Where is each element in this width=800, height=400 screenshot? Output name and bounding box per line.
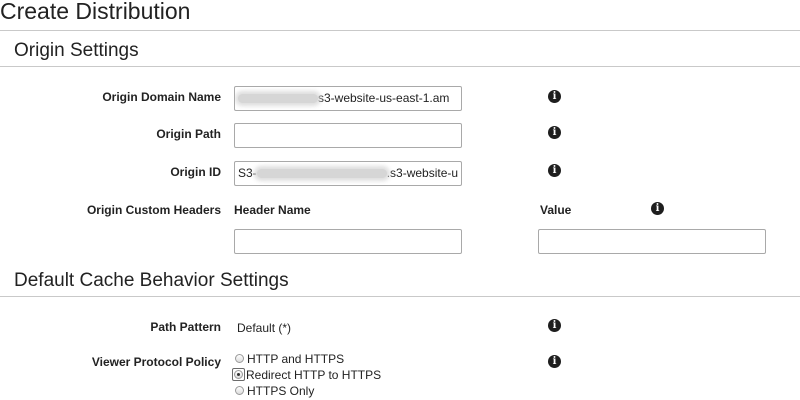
info-icon[interactable]: i [548, 126, 561, 139]
info-icon[interactable]: i [548, 319, 561, 332]
info-icon[interactable]: i [548, 90, 561, 103]
origin-path-label: Origin Path [156, 127, 221, 141]
radio-http-and-https[interactable]: HTTP and HTTPS [235, 351, 344, 366]
path-pattern-label: Path Pattern [150, 320, 221, 334]
radio-label: HTTPS Only [247, 383, 315, 398]
cache-behavior-divider [0, 296, 800, 297]
radio-button[interactable] [235, 386, 244, 395]
info-icon[interactable]: i [548, 164, 561, 177]
radio-label: HTTP and HTTPS [247, 351, 345, 366]
header-name-column-label: Header Name [234, 203, 311, 217]
radio-focus-ring [232, 368, 245, 381]
origin-domain-name-label: Origin Domain Name [102, 90, 221, 104]
radio-https-only[interactable]: HTTPS Only [235, 383, 314, 398]
info-icon[interactable]: i [651, 202, 664, 215]
header-name-input[interactable] [234, 229, 462, 254]
info-icon[interactable]: i [548, 355, 561, 368]
title-divider [0, 30, 800, 31]
origin-domain-name-value: s3-website-us-east-1.am [318, 91, 450, 105]
origin-id-suffix: .s3-website-u [386, 166, 459, 180]
origin-custom-headers-label: Origin Custom Headers [86, 203, 221, 217]
redacted-text [256, 169, 387, 179]
path-pattern-value: Default (*) [237, 321, 292, 335]
value-column-label: Value [540, 203, 572, 217]
radio-label: Redirect HTTP to HTTPS [246, 367, 382, 382]
radio-button-selected[interactable] [234, 370, 243, 379]
origin-id-prefix: S3- [238, 166, 257, 180]
cache-behavior-heading: Default Cache Behavior Settings [14, 270, 289, 291]
origin-domain-name-input[interactable]: s3-website-us-east-1.am [234, 86, 462, 111]
origin-id-label: Origin ID [170, 165, 221, 179]
viewer-protocol-policy-label: Viewer Protocol Policy [91, 355, 221, 369]
origin-settings-heading: Origin Settings [14, 40, 139, 61]
page-title: Create Distribution [0, 0, 191, 24]
radio-redirect-http-to-https[interactable]: Redirect HTTP to HTTPS [232, 367, 382, 382]
redacted-text [238, 94, 318, 104]
header-value-input[interactable] [538, 229, 766, 254]
origin-id-input[interactable]: S3- .s3-website-u [234, 161, 462, 186]
radio-button[interactable] [235, 354, 244, 363]
origin-path-input[interactable] [234, 123, 462, 148]
origin-settings-divider [0, 66, 800, 67]
